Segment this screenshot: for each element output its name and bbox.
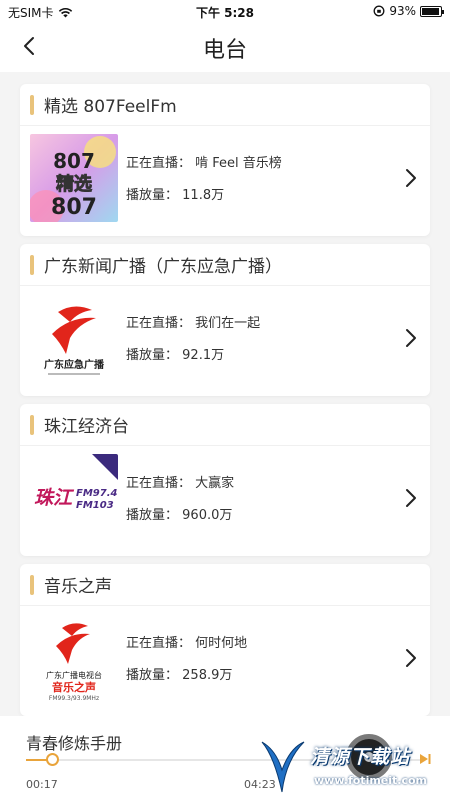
- live-program: 何时何地: [195, 636, 248, 651]
- station-header: 音乐之声: [20, 564, 430, 606]
- station-body: 广东广播电视台 音乐之声 FM99.3/93.9MHz 正在直播： 何时何地 播…: [20, 606, 430, 716]
- battery-fill: [422, 7, 439, 15]
- station-card[interactable]: 珠江经济台 珠江 FM97.4 FM103 正在直播： 大赢家 播放量： 960…: [20, 404, 430, 556]
- live-prefix: 正在直播：: [126, 316, 192, 331]
- svg-text:珠江: 珠江: [34, 487, 75, 509]
- station-body: 807 精选 807 正在直播： 啃 Feel 音乐榜 播放量： 11.8万: [20, 126, 430, 236]
- plays-row: 播放量： 960.0万: [126, 500, 234, 532]
- svg-text:广东广播电视台: 广东广播电视台: [46, 670, 102, 680]
- svg-text:807: 807: [53, 149, 95, 173]
- station-list: 精选 807FeelFm 807 精选 807 正在直播： 啃 Feel 音乐榜…: [0, 72, 450, 716]
- nav-bar: 电台: [0, 24, 450, 72]
- plays-prefix: 播放量：: [126, 668, 179, 683]
- station-info: 正在直播： 我们在一起 播放量： 92.1万: [126, 308, 260, 372]
- svg-text:807: 807: [51, 195, 97, 220]
- live-program: 我们在一起: [195, 316, 261, 331]
- station-logo-music-graphic: 广东广播电视台 音乐之声 FM99.3/93.9MHz: [30, 614, 118, 702]
- play-count: 11.8万: [182, 188, 225, 203]
- orientation-lock-icon: [373, 5, 385, 17]
- svg-text:FM97.4: FM97.4: [76, 488, 117, 499]
- next-icon[interactable]: [418, 752, 432, 766]
- status-bar: 无SIM卡 下午 5:28 93%: [0, 0, 450, 24]
- album-disc-icon[interactable]: [346, 734, 392, 780]
- station-name: 广东新闻广播（广东应急广播）: [44, 257, 282, 277]
- live-prefix: 正在直播：: [126, 476, 192, 491]
- station-logo: 珠江 FM97.4 FM103: [30, 454, 118, 542]
- station-logo-zhujiang-graphic: 珠江 FM97.4 FM103: [30, 454, 118, 542]
- live-row: 正在直播： 啃 Feel 音乐榜: [126, 148, 282, 180]
- battery-percent: 93%: [389, 4, 416, 18]
- live-row: 正在直播： 大赢家: [126, 468, 234, 500]
- station-name: 精选 807FeelFm: [44, 97, 177, 117]
- live-program: 啃 Feel 音乐榜: [195, 156, 282, 171]
- station-logo: 广东广播电视台 音乐之声 FM99.3/93.9MHz: [30, 614, 118, 702]
- station-body: 珠江 FM97.4 FM103 正在直播： 大赢家 播放量： 960.0万: [20, 446, 430, 556]
- accent-bar: [30, 94, 34, 115]
- accent-bar: [30, 414, 34, 435]
- mini-player[interactable]: 青春修炼手册 00:17 04:23: [0, 716, 450, 800]
- station-logo: 807 精选 807: [30, 134, 118, 222]
- now-playing-title: 青春修炼手册: [26, 734, 123, 753]
- live-row: 正在直播： 何时何地: [126, 628, 247, 660]
- status-right-group: 93%: [373, 4, 444, 18]
- chevron-right-icon[interactable]: [402, 486, 420, 510]
- station-logo-gdnews-graphic: 广东应急广播: [30, 294, 118, 382]
- page-title: 电台: [202, 38, 247, 63]
- station-body: 广东应急广播 正在直播： 我们在一起 播放量： 92.1万: [20, 286, 430, 396]
- station-logo: 广东应急广播: [30, 294, 118, 382]
- station-info: 正在直播： 啃 Feel 音乐榜 播放量： 11.8万: [126, 148, 282, 212]
- plays-prefix: 播放量：: [126, 188, 179, 203]
- plays-prefix: 播放量：: [126, 508, 179, 523]
- play-count: 92.1万: [182, 348, 225, 363]
- plays-prefix: 播放量：: [126, 348, 179, 363]
- svg-text:FM103: FM103: [76, 500, 114, 511]
- station-card[interactable]: 精选 807FeelFm 807 精选 807 正在直播： 啃 Feel 音乐榜…: [20, 84, 430, 236]
- svg-text:广东应急广播: 广东应急广播: [44, 358, 105, 371]
- svg-text:精选: 精选: [56, 173, 92, 195]
- svg-text:FM99.3/93.9MHz: FM99.3/93.9MHz: [49, 695, 99, 702]
- station-info: 正在直播： 何时何地 播放量： 258.9万: [126, 628, 247, 692]
- play-count: 258.9万: [182, 668, 233, 683]
- battery-icon: [420, 5, 444, 17]
- total-time: 04:23: [244, 778, 276, 791]
- live-prefix: 正在直播：: [126, 636, 192, 651]
- chevron-right-icon[interactable]: [402, 326, 420, 350]
- station-name: 音乐之声: [44, 577, 112, 597]
- plays-row: 播放量： 258.9万: [126, 660, 247, 692]
- play-count: 960.0万: [182, 508, 233, 523]
- svg-text:音乐之声: 音乐之声: [52, 680, 96, 694]
- station-name: 珠江经济台: [44, 417, 129, 437]
- live-prefix: 正在直播：: [126, 156, 192, 171]
- live-program: 大赢家: [195, 476, 235, 491]
- station-info: 正在直播： 大赢家 播放量： 960.0万: [126, 468, 234, 532]
- accent-bar: [30, 254, 34, 275]
- plays-row: 播放量： 92.1万: [126, 340, 260, 372]
- station-card[interactable]: 音乐之声 广东广播电视台 音乐之声 FM99.3/93.9MHz 正在直播： 何…: [20, 564, 430, 716]
- station-logo-807-graphic: 807 精选 807: [30, 134, 118, 222]
- chevron-right-icon[interactable]: [402, 166, 420, 190]
- progress-knob[interactable]: [45, 753, 59, 766]
- station-header: 精选 807FeelFm: [20, 84, 430, 126]
- station-card[interactable]: 广东新闻广播（广东应急广播） 广东应急广播 正在直播： 我们在一起 播放量： 9…: [20, 244, 430, 396]
- chevron-right-icon[interactable]: [402, 646, 420, 670]
- station-header: 广东新闻广播（广东应急广播）: [20, 244, 430, 286]
- station-header: 珠江经济台: [20, 404, 430, 446]
- elapsed-time: 00:17: [26, 778, 58, 791]
- plays-row: 播放量： 11.8万: [126, 180, 282, 212]
- live-row: 正在直播： 我们在一起: [126, 308, 260, 340]
- accent-bar: [30, 574, 34, 595]
